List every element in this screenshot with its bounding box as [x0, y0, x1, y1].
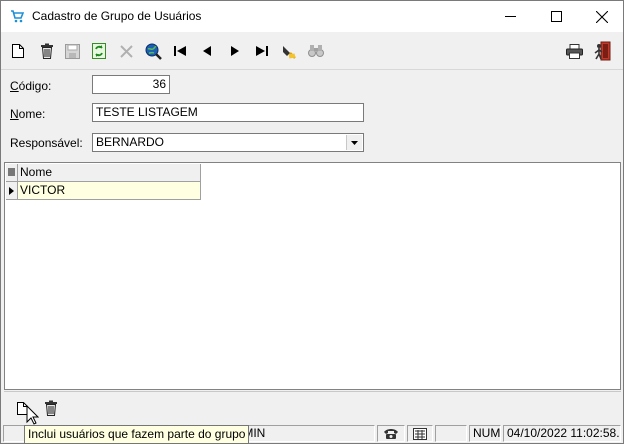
nome-label: Nome:: [10, 107, 46, 121]
last-record-button[interactable]: [251, 40, 273, 62]
window-title: Cadastro de Grupo de Usuários: [32, 9, 202, 23]
cancel-button[interactable]: [115, 40, 137, 62]
row-indicator-icon: [6, 182, 18, 199]
codigo-field[interactable]: 36: [92, 75, 170, 94]
users-grid[interactable]: Nome VICTOR: [4, 162, 621, 390]
printer-icon: [565, 43, 583, 59]
trash-icon: [45, 400, 57, 416]
print-button[interactable]: [563, 40, 585, 62]
binoculars-icon: [308, 45, 324, 57]
column-header-nome[interactable]: Nome: [18, 164, 201, 181]
title-bar: Cadastro de Grupo de Usuários: [1, 1, 623, 32]
chevron-down-icon: [351, 140, 358, 145]
status-num: NUM: [469, 425, 501, 442]
previous-record-button[interactable]: [196, 40, 218, 62]
last-record-icon: [256, 46, 268, 56]
close-icon: [596, 10, 608, 23]
search-globe-icon: [145, 43, 162, 60]
previous-record-icon: [203, 46, 211, 56]
close-button[interactable]: [579, 1, 624, 32]
new-document-icon: [12, 44, 24, 58]
keyboard-icon: [413, 427, 427, 440]
app-cart-icon: [11, 10, 24, 23]
grid-header: Nome: [6, 164, 201, 182]
status-phone: [377, 425, 405, 442]
delete-record-button[interactable]: [36, 40, 58, 62]
trash-icon: [41, 43, 53, 59]
remove-user-button[interactable]: [42, 399, 60, 417]
search-button[interactable]: [142, 40, 164, 62]
grid-action-bar: [4, 391, 621, 424]
nome-field[interactable]: TESTE LISTAGEM: [92, 103, 364, 122]
status-datetime: 04/10/2022 11:02:58...: [503, 425, 621, 442]
toolbar: [1, 33, 623, 70]
clear-filter-button[interactable]: [278, 40, 300, 62]
minimize-icon: [504, 16, 516, 17]
first-record-icon: [174, 46, 186, 56]
first-record-button[interactable]: [169, 40, 191, 62]
table-row[interactable]: VICTOR: [6, 182, 201, 200]
telephone-icon: [384, 428, 398, 439]
grid-menu-icon[interactable]: [6, 164, 18, 181]
refresh-button[interactable]: [88, 40, 110, 62]
save-icon: [64, 43, 80, 59]
responsavel-select[interactable]: BERNARDO: [92, 133, 364, 152]
exit-door-icon: [594, 41, 611, 61]
next-record-button[interactable]: [224, 40, 246, 62]
status-calculator: [407, 425, 433, 442]
find-button[interactable]: [305, 40, 327, 62]
responsavel-label: Responsável:: [10, 136, 83, 150]
responsavel-value: BERNARDO: [96, 135, 165, 149]
maximize-button[interactable]: [533, 1, 579, 32]
table-cell-nome[interactable]: VICTOR: [18, 182, 201, 199]
maximize-icon: [550, 11, 562, 22]
dropdown-arrow-button[interactable]: [346, 135, 362, 150]
exit-button[interactable]: [591, 40, 613, 62]
eraser-icon: [283, 46, 296, 59]
minimize-button[interactable]: [487, 1, 533, 32]
status-panel-empty: [435, 425, 467, 442]
main-window: Cadastro de Grupo de Usuários Código: 36…: [0, 0, 624, 444]
new-record-button[interactable]: [7, 40, 29, 62]
codigo-label: Código:: [10, 79, 52, 93]
refresh-icon: [92, 43, 106, 59]
cancel-icon: [119, 44, 133, 58]
save-record-button[interactable]: [61, 40, 83, 62]
tooltip: Inclui usuários que fazem parte do grupo: [24, 425, 250, 444]
next-record-icon: [231, 46, 239, 56]
mouse-cursor-icon: [26, 405, 39, 425]
